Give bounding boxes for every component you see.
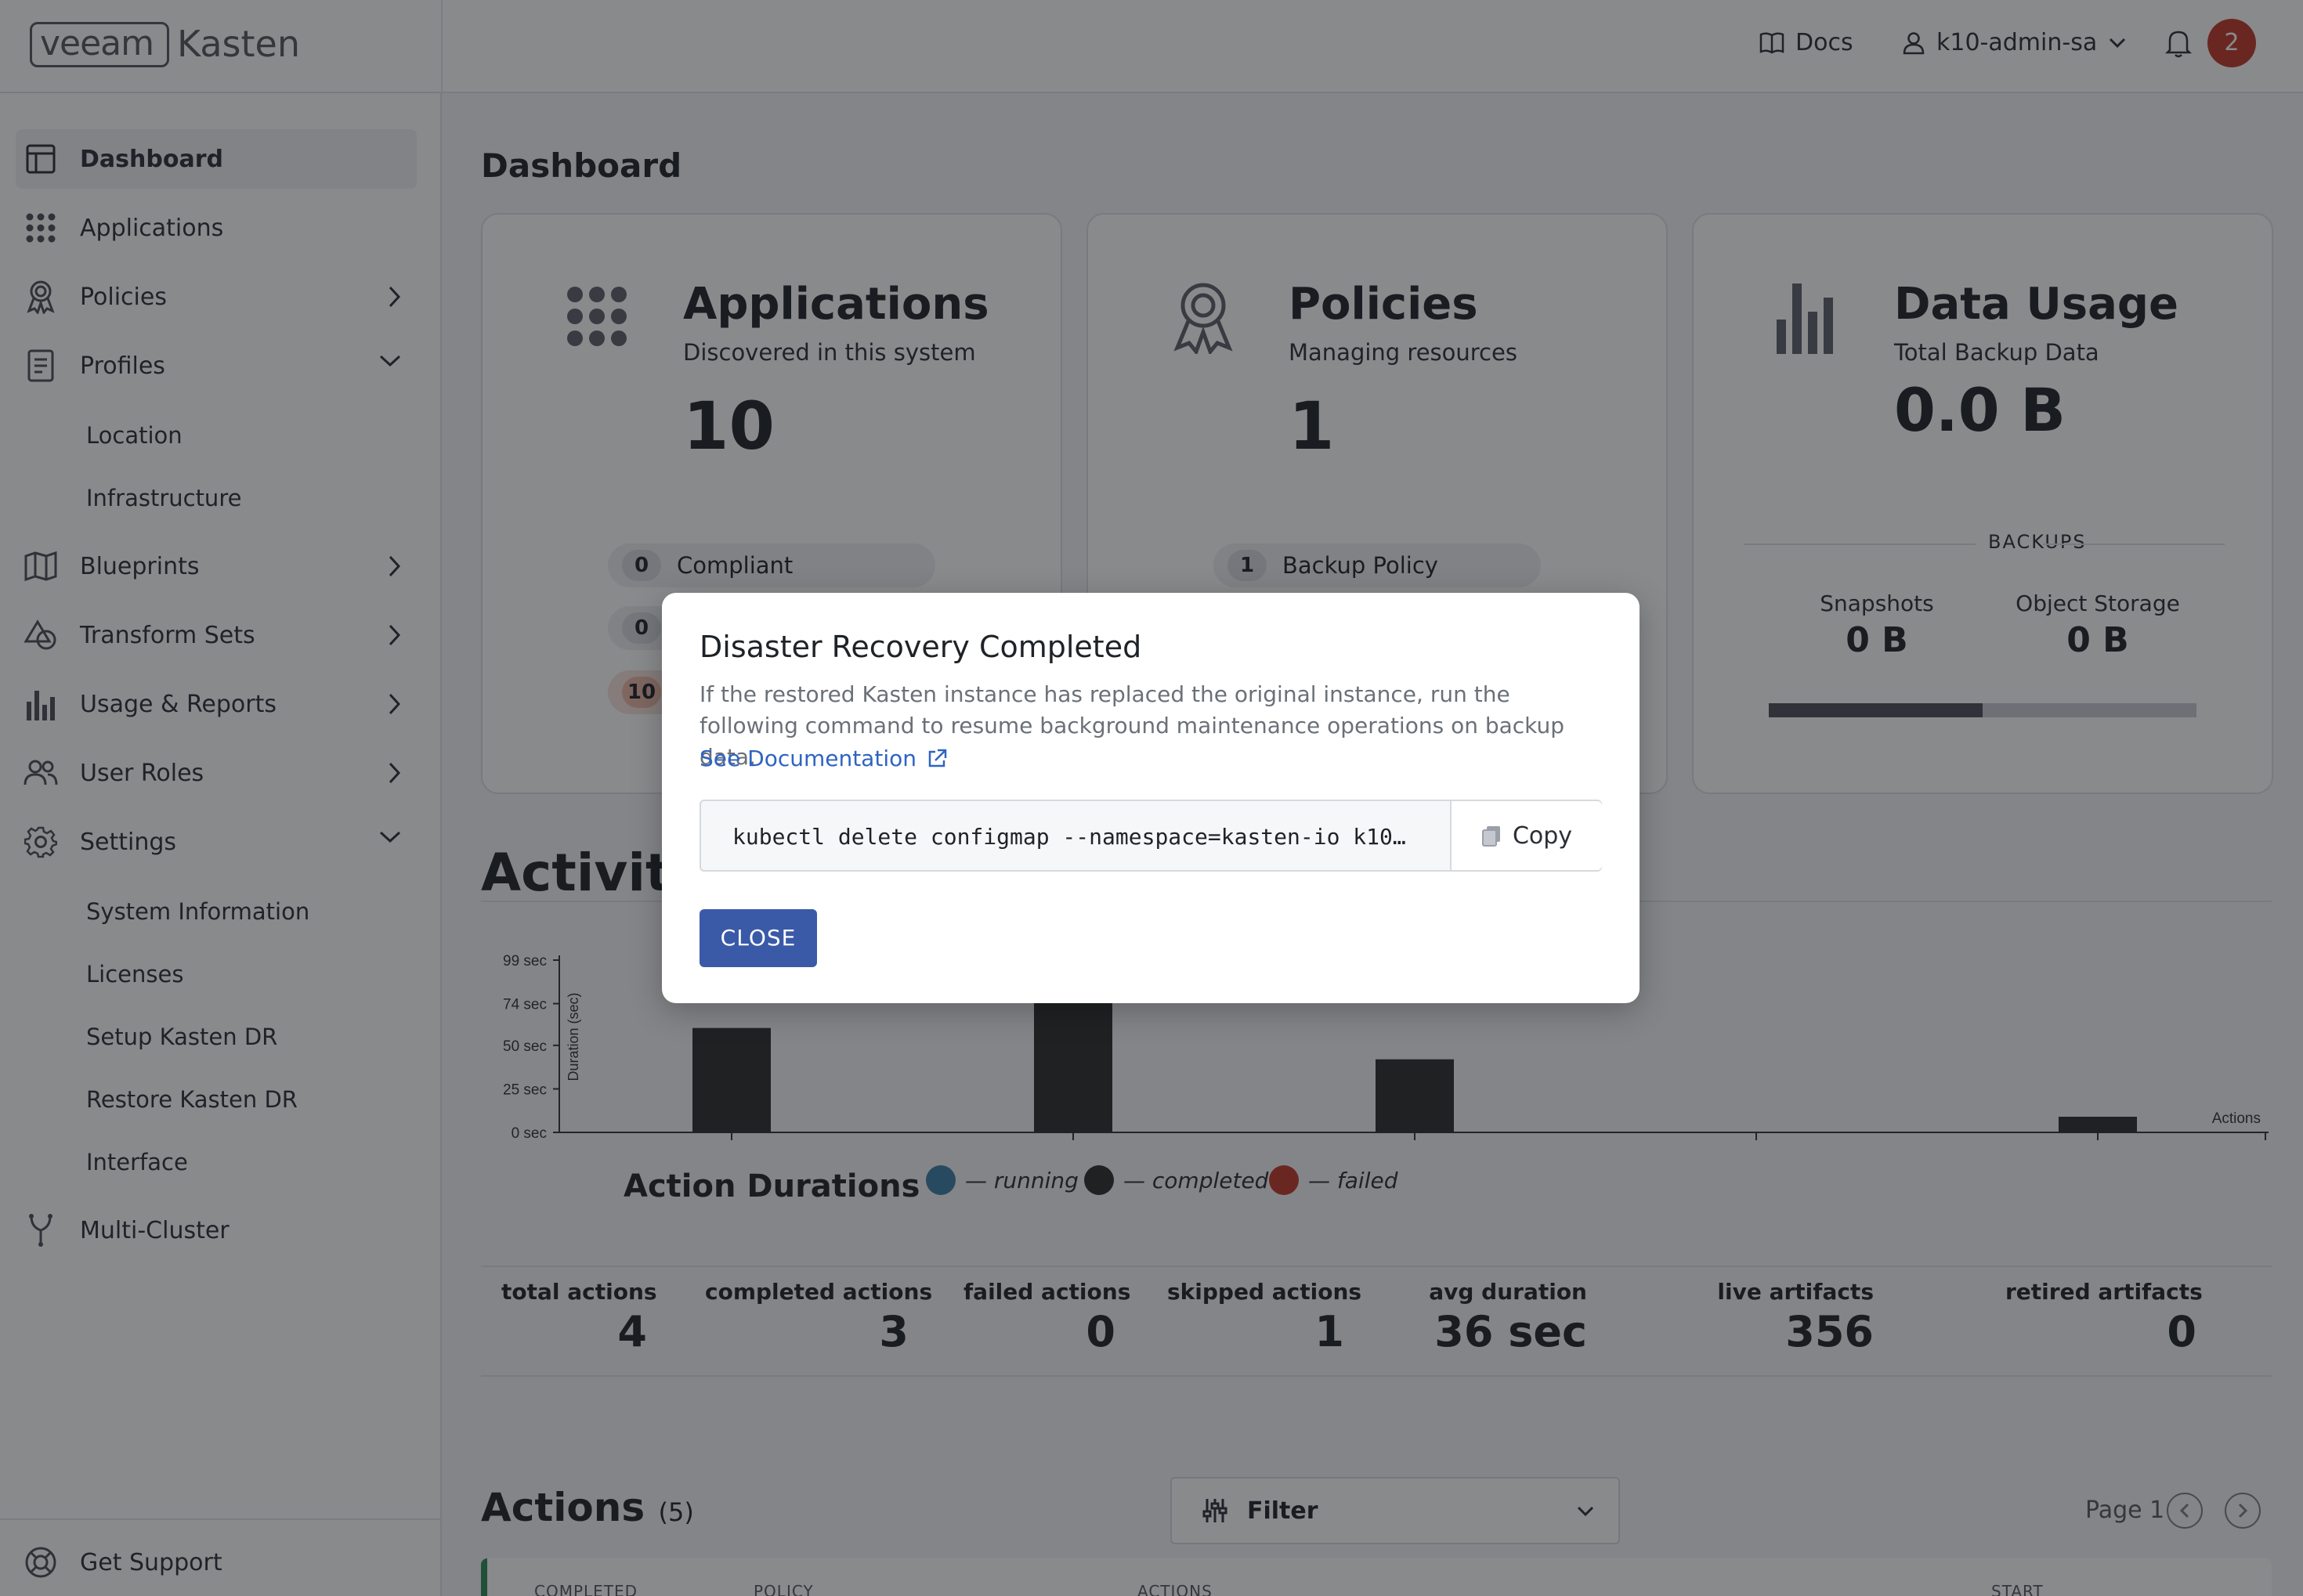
close-button[interactable]: CLOSE xyxy=(700,909,817,967)
dialog-title: Disaster Recovery Completed xyxy=(700,630,1142,664)
copy-label: Copy xyxy=(1512,821,1573,850)
disaster-recovery-dialog: Disaster Recovery Completed If the resto… xyxy=(662,593,1640,1003)
copy-button[interactable]: Copy xyxy=(1450,801,1602,870)
copy-icon xyxy=(1481,826,1500,847)
command-text[interactable]: kubectl delete configmap --namespace=kas… xyxy=(732,820,1422,854)
external-link-icon xyxy=(928,749,947,767)
command-box: kubectl delete configmap --namespace=kas… xyxy=(700,800,1602,872)
see-documentation-link[interactable]: See Documentation xyxy=(700,743,948,775)
link-label: See Documentation xyxy=(700,746,916,771)
